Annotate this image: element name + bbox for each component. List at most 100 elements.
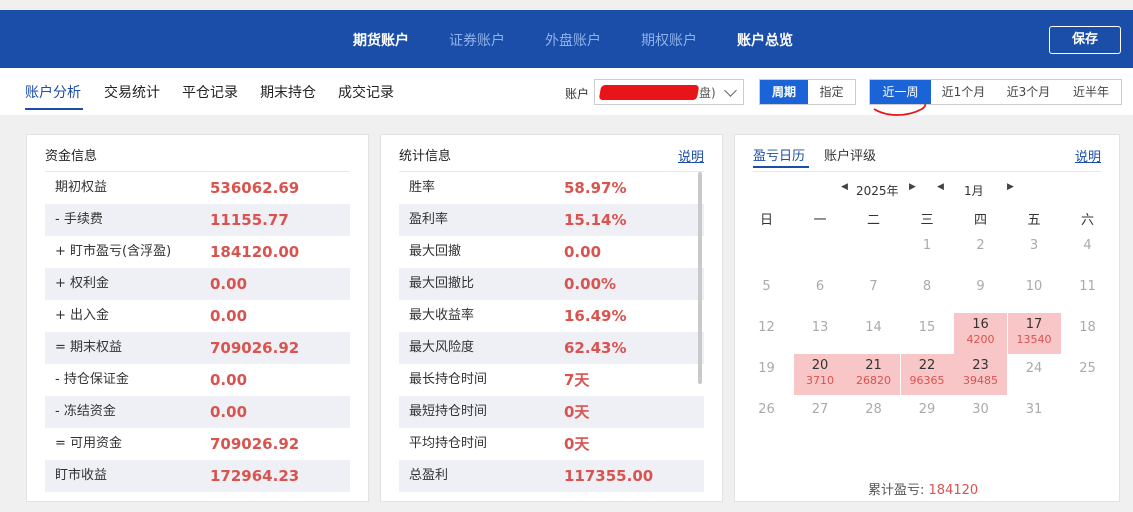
calendar-day[interactable]: 8 xyxy=(901,272,954,313)
range-half-year-button[interactable]: 近半年 xyxy=(1061,80,1121,104)
stat-value: 0天 xyxy=(564,435,590,453)
stats-help-link[interactable]: 说明 xyxy=(678,146,704,165)
stat-label: 最大风险度 xyxy=(409,340,475,355)
calendar-day[interactable]: 9 xyxy=(954,272,1007,313)
calendar-day[interactable]: 14 xyxy=(847,313,900,354)
calendar-day[interactable]: 18 xyxy=(1061,313,1114,354)
calendar-day[interactable]: 26 xyxy=(740,395,793,436)
stats-info-list: 胜率 58.97% 盈利率 15.14% 最大回撤 0.00 最大回撤比 0.00% 最大收益率… xyxy=(399,172,704,492)
day-number: 5 xyxy=(762,279,771,294)
calendar-day[interactable]: 24 xyxy=(1008,354,1061,395)
calendar-day[interactable]: 25 xyxy=(1061,354,1114,395)
day-number: 24 xyxy=(1025,361,1043,376)
stat-value: 7天 xyxy=(564,371,590,389)
stat-row: 胜率 58.97% xyxy=(399,172,704,204)
calendar-day[interactable]: 31 xyxy=(1008,395,1061,436)
next-year-arrow-icon[interactable]: ▶ xyxy=(909,182,916,192)
range-one-week-button[interactable]: 近一周 xyxy=(870,80,931,104)
prev-month-arrow-icon[interactable]: ◀ xyxy=(937,182,944,192)
day-number: 1 xyxy=(922,238,932,253)
tab-account-analysis[interactable]: 账户分析 xyxy=(25,82,81,102)
account-suffix: 盘) xyxy=(699,86,716,100)
fund-label: - 冻结资金 xyxy=(55,404,116,419)
calendar-day[interactable]: 1 xyxy=(901,231,954,272)
calendar-day[interactable]: 2 xyxy=(954,231,1007,272)
fund-row: = 可用资金 709026.92 xyxy=(45,428,350,460)
fund-value: 11155.77 xyxy=(210,211,289,229)
tab-options-account[interactable]: 期权账户 xyxy=(641,30,697,50)
prev-year-arrow-icon[interactable]: ◀ xyxy=(841,182,848,192)
calendar-day[interactable]: 4 xyxy=(1061,231,1114,272)
fund-label: 盯市收益 xyxy=(55,468,108,483)
tab-fill-records[interactable]: 成交记录 xyxy=(338,82,394,102)
stat-label: 最短持仓时间 xyxy=(409,404,488,419)
day-number: 11 xyxy=(1079,279,1096,294)
fund-value: 0.00 xyxy=(210,275,248,293)
tab-pnl-calendar[interactable]: 盈亏日历 xyxy=(753,145,805,164)
calendar-help-link[interactable]: 说明 xyxy=(1075,146,1101,165)
fund-label: + 出入金 xyxy=(55,308,110,323)
calendar-day[interactable]: 19 xyxy=(740,354,793,395)
fund-value: 709026.92 xyxy=(210,339,300,357)
fund-label: = 可用资金 xyxy=(55,436,123,451)
fund-label: + 权利金 xyxy=(55,276,110,291)
stat-label: 胜率 xyxy=(409,180,436,195)
calendar-day[interactable]: 3 xyxy=(1008,231,1061,272)
calendar-month: 1月 xyxy=(964,184,984,198)
calendar-day[interactable]: 22 96365 xyxy=(900,354,954,395)
calendar-day[interactable]: 6 xyxy=(794,272,847,313)
custom-button[interactable]: 指定 xyxy=(808,80,855,104)
fund-row: + 盯市盈亏(含浮盈) 184120.00 xyxy=(45,236,350,268)
tab-ending-positions[interactable]: 期末持仓 xyxy=(260,82,316,102)
stat-row: 最长持仓时间 7天 xyxy=(399,364,704,396)
stats-info-title: 统计信息 xyxy=(399,149,452,164)
range-three-month-button[interactable]: 近3个月 xyxy=(996,80,1061,104)
calendar-day[interactable]: 17 13540 xyxy=(1007,313,1061,354)
calendar-day[interactable]: 16 4200 xyxy=(954,313,1007,354)
day-number: 23 xyxy=(972,358,989,373)
calendar-day[interactable]: 20 3710 xyxy=(793,354,847,395)
tab-account-rating[interactable]: 账户评级 xyxy=(824,145,876,164)
calendar-day[interactable]: 23 39485 xyxy=(954,354,1007,395)
tab-account-overview[interactable]: 账户总览 xyxy=(737,30,793,50)
cumulative-pnl-value: 184120 xyxy=(928,483,979,498)
day-number: 3 xyxy=(1029,238,1039,253)
day-number: 2 xyxy=(976,238,985,253)
day-number: 19 xyxy=(758,361,775,376)
tab-securities-account[interactable]: 证券账户 xyxy=(449,30,505,50)
active-tab-underline xyxy=(753,166,809,168)
calendar-day[interactable]: 21 26820 xyxy=(847,354,900,395)
calendar-day[interactable]: 12 xyxy=(740,313,793,354)
fund-label: = 期末权益 xyxy=(55,340,123,355)
calendar-day[interactable]: 28 xyxy=(847,395,900,436)
stat-row: 平均持仓时间 0天 xyxy=(399,428,704,460)
calendar-day[interactable]: 11 xyxy=(1061,272,1114,313)
stat-value: 15.14% xyxy=(564,211,627,229)
day-number: 30 xyxy=(972,402,989,417)
tab-close-records[interactable]: 平仓记录 xyxy=(182,82,238,102)
account-label: 账户 xyxy=(565,87,590,101)
next-month-arrow-icon[interactable]: ▶ xyxy=(1007,182,1014,192)
tab-futures-account[interactable]: 期货账户 xyxy=(353,30,409,50)
day-number: 13 xyxy=(811,320,829,335)
account-select[interactable]: 盘) xyxy=(594,79,744,105)
stats-scrollbar[interactable] xyxy=(698,172,702,384)
tab-foreign-account[interactable]: 外盘账户 xyxy=(545,30,601,50)
tab-trade-statistics[interactable]: 交易统计 xyxy=(104,82,160,102)
weekday-header: 一 xyxy=(813,213,827,228)
calendar-day[interactable]: 27 xyxy=(794,395,847,436)
range-one-month-button[interactable]: 近1个月 xyxy=(931,80,996,104)
save-button[interactable]: 保存 xyxy=(1049,26,1121,54)
weekday-header: 二 xyxy=(866,213,880,228)
day-pnl: 26820 xyxy=(856,374,891,387)
calendar-day[interactable]: 13 xyxy=(794,313,847,354)
fund-label: 期初权益 xyxy=(55,180,108,195)
period-button[interactable]: 周期 xyxy=(760,80,808,104)
calendar-day[interactable]: 10 xyxy=(1008,272,1061,313)
calendar-day[interactable]: 30 xyxy=(954,395,1007,436)
calendar-day[interactable]: 7 xyxy=(847,272,900,313)
calendar-day[interactable]: 15 xyxy=(901,313,954,354)
calendar-day[interactable]: 29 xyxy=(901,395,954,436)
day-number: 22 xyxy=(918,358,936,373)
calendar-day[interactable]: 5 xyxy=(740,272,793,313)
